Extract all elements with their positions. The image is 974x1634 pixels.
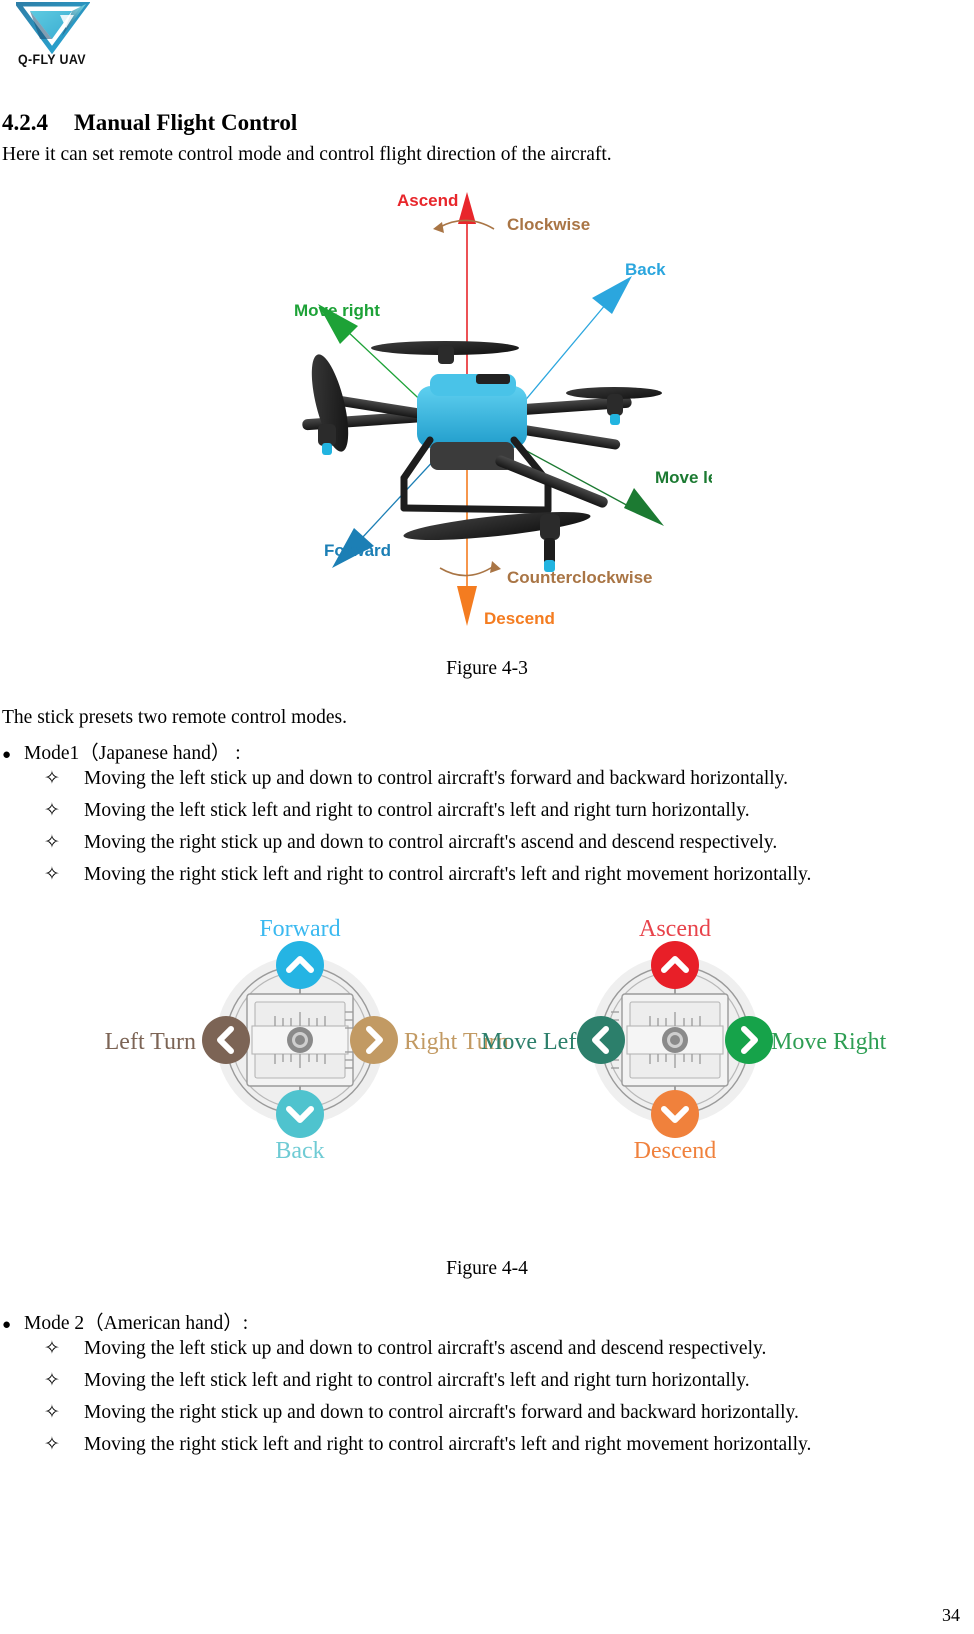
section-intro-paragraph: Here it can set remote control mode and … bbox=[2, 144, 612, 165]
left-stick-label-up: Forward bbox=[259, 918, 340, 942]
left-stick-label-down: Back bbox=[275, 1138, 324, 1164]
stick-modes-intro: The stick presets two remote control mod… bbox=[2, 707, 347, 728]
section-heading: 4.2.4 Manual Flight Control bbox=[2, 110, 297, 136]
mode2-item-1: Moving the left stick up and down to con… bbox=[44, 1338, 766, 1360]
section-title: Manual Flight Control bbox=[74, 110, 298, 135]
diamond-bullet-icon bbox=[44, 865, 84, 884]
mode2-item-2: Moving the left stick left and right to … bbox=[44, 1370, 750, 1392]
figure-4-4-stick-diagram: Forward Back Left Turn Right Turn Ascend… bbox=[95, 918, 895, 1168]
diamond-bullet-icon bbox=[44, 833, 84, 852]
brand-logo-text: Q-FLY UAV bbox=[18, 52, 86, 67]
mode1-item-1: Moving the left stick up and down to con… bbox=[44, 768, 788, 790]
figure-4-4-caption: Figure 4-4 bbox=[446, 1258, 528, 1279]
figure-4-3-drone-diagram: Ascend Clockwise Back Move right Move le… bbox=[262, 178, 712, 648]
bullet-dot-icon bbox=[2, 1318, 24, 1333]
mode1-item-2-text: Moving the left stick left and right to … bbox=[84, 800, 750, 821]
diamond-bullet-icon bbox=[44, 1435, 84, 1454]
page-number: 34 bbox=[942, 1605, 960, 1625]
left-stick-group: Forward Back Left Turn Right Turn bbox=[105, 918, 509, 1164]
figure-4-3-label-ascend: Ascend bbox=[397, 191, 458, 210]
diamond-bullet-icon bbox=[44, 769, 84, 788]
mode1-item-1-text: Moving the left stick up and down to con… bbox=[84, 768, 789, 789]
mode1-bullet: Mode1（Japanese hand） : bbox=[2, 736, 241, 765]
diamond-bullet-icon bbox=[44, 1403, 84, 1422]
mode1-label: Mode1（Japanese hand） : bbox=[24, 743, 241, 764]
left-stick-right-button bbox=[350, 1016, 398, 1064]
section-number: 4.2.4 bbox=[2, 110, 48, 135]
bullet-dot-icon bbox=[2, 748, 24, 763]
mode2-label: Mode 2（American hand）: bbox=[24, 1313, 249, 1334]
diamond-bullet-icon bbox=[44, 1339, 84, 1358]
document-page: Q-FLY UAV 4.2.4 Manual Flight Control Her… bbox=[0, 0, 974, 1634]
qfly-triangle-logo-icon bbox=[13, 1, 91, 55]
left-stick-up-button bbox=[276, 941, 324, 989]
left-stick-label-left: Left Turn bbox=[105, 1029, 196, 1055]
right-stick-label-right: Move Right bbox=[771, 1029, 887, 1055]
figure-4-3-label-back: Back bbox=[625, 260, 666, 279]
mode2-item-4-text: Moving the right stick left and right to… bbox=[84, 1434, 812, 1455]
figure-4-3-caption: Figure 4-3 bbox=[446, 658, 528, 679]
brand-logo: Q-FLY UAV bbox=[8, 1, 128, 74]
diamond-bullet-icon bbox=[44, 1371, 84, 1390]
mode2-item-2-text: Moving the left stick left and right to … bbox=[84, 1370, 750, 1391]
right-stick-label-up: Ascend bbox=[639, 918, 711, 942]
mode2-item-4: Moving the right stick left and right to… bbox=[44, 1434, 811, 1456]
right-stick-left-button bbox=[577, 1016, 625, 1064]
mode2-item-3: Moving the right stick up and down to co… bbox=[44, 1402, 799, 1424]
figure-4-3-label-move-right: Move right bbox=[294, 301, 380, 320]
right-stick-group: Ascend Descend Move Left Move Right bbox=[481, 918, 887, 1164]
figure-4-3-label-move-left: Move left bbox=[655, 468, 712, 487]
mode1-item-3: Moving the right stick up and down to co… bbox=[44, 832, 777, 854]
mode1-item-2: Moving the left stick left and right to … bbox=[44, 800, 750, 822]
mode2-item-1-text: Moving the left stick up and down to con… bbox=[84, 1338, 767, 1359]
diamond-bullet-icon bbox=[44, 801, 84, 820]
mode2-item-3-text: Moving the right stick up and down to co… bbox=[84, 1402, 799, 1423]
right-stick-label-down: Descend bbox=[634, 1138, 717, 1164]
right-stick-label-left: Move Left bbox=[481, 1029, 583, 1055]
mode2-bullet: Mode 2（American hand）: bbox=[2, 1306, 248, 1335]
left-stick-down-button bbox=[276, 1090, 324, 1138]
mode1-item-3-text: Moving the right stick up and down to co… bbox=[84, 832, 778, 853]
figure-4-3-label-descend: Descend bbox=[484, 609, 555, 628]
mode1-item-4: Moving the right stick left and right to… bbox=[44, 864, 811, 886]
right-stick-down-button bbox=[651, 1090, 699, 1138]
right-stick-right-button bbox=[725, 1016, 773, 1064]
left-stick-left-button bbox=[202, 1016, 250, 1064]
figure-4-3-label-clockwise: Clockwise bbox=[507, 215, 590, 234]
figure-4-3-label-counterclockwise: Counterclockwise bbox=[507, 568, 653, 587]
right-stick-up-button bbox=[651, 941, 699, 989]
figure-4-3-label-forward: Forward bbox=[324, 541, 391, 560]
mode1-item-4-text: Moving the right stick left and right to… bbox=[84, 864, 812, 885]
